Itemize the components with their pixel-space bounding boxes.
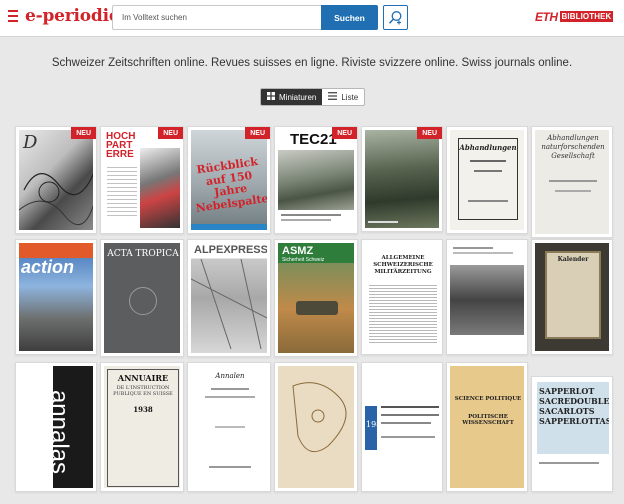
cover-image: Abhandlungen: [450, 130, 524, 230]
cover-subtitle: POLITISCHE WISSENSCHAFT: [462, 414, 514, 427]
cover-image: ANNUAIRE DE L'INSTRUCTION PUBLIQUE EN SU…: [104, 366, 180, 488]
new-badge: NEU: [245, 127, 270, 139]
cover-title: ANNUAIRE: [117, 373, 169, 383]
journal-card[interactable]: ALPEXPRESS: [187, 239, 271, 357]
cover-title: Rückblick auf 150 Jahre Nebelspalter: [194, 154, 267, 215]
cover-title-line: SAPPERLOT: [539, 386, 595, 396]
search-box: Suchen: [112, 5, 378, 30]
bibliothek-logo-text: BIBLIOTHEK: [559, 11, 614, 22]
journal-card[interactable]: HOCH PART ERRE NEU: [100, 126, 184, 234]
journal-card[interactable]: [274, 362, 358, 492]
liste-view-button[interactable]: Liste: [322, 89, 364, 105]
cover-image: action: [19, 243, 93, 351]
grid-icon: [267, 92, 275, 102]
journal-card[interactable]: action: [15, 239, 97, 355]
cover-image: Abhandlungen naturforschenden Gesellschaft: [535, 130, 609, 234]
cover-image: Rückblick auf 150 Jahre Nebelspalter: [191, 130, 267, 230]
cover-image: ALPEXPRESS: [191, 243, 267, 353]
new-badge: NEU: [417, 127, 442, 139]
search-plus-icon: [388, 11, 402, 25]
search-button[interactable]: Suchen: [321, 5, 378, 30]
cover-image: annalas: [19, 366, 93, 488]
cover-title: ASMZ: [282, 245, 314, 257]
cover-image: Kalender: [535, 243, 609, 351]
page-tagline: Schweizer Zeitschriften online. Revues s…: [51, 57, 573, 69]
miniaturen-label: Miniaturen: [279, 92, 317, 102]
cover-image: SAPPERLOT SACREDOUBLE SACARLOTS SAPPERLO…: [535, 380, 609, 488]
cover-year: 1938: [133, 405, 153, 414]
journal-card[interactable]: ASMZ Sicherheit Schweiz: [274, 239, 358, 357]
journal-card[interactable]: TEC21 NEU: [274, 126, 358, 234]
cover-title-line: ERRE: [106, 149, 134, 160]
journal-card[interactable]: [446, 239, 528, 355]
cover-title-line: SACREDOUBLE: [539, 396, 609, 406]
miniaturen-view-button[interactable]: Miniaturen: [261, 89, 323, 105]
journal-card[interactable]: ACTA TROPICA: [100, 239, 184, 357]
cover-image: ACTA TROPICA: [104, 243, 180, 353]
cover-image: D: [19, 130, 93, 230]
journal-card[interactable]: annalas: [15, 362, 97, 492]
cover-title: annalas: [46, 389, 74, 475]
cover-title: Abhandlungen: [459, 143, 517, 152]
cover-image: [365, 130, 439, 228]
journal-card[interactable]: ANNUAIRE DE L'INSTRUCTION PUBLIQUE EN SU…: [100, 362, 184, 492]
cover-subtitle: Sicherheit Schweiz: [282, 257, 325, 263]
advanced-search-button[interactable]: [383, 5, 408, 30]
journal-card[interactable]: D NEU: [15, 126, 97, 234]
cover-title-line: SACARLOTS: [539, 406, 595, 416]
cover-image: Annalen: [191, 366, 267, 488]
menu-icon[interactable]: [8, 10, 18, 22]
view-toggle: Miniaturen Liste: [260, 88, 366, 106]
journal-card[interactable]: NEU: [361, 126, 443, 232]
new-badge: NEU: [158, 127, 183, 139]
new-badge: NEU: [332, 127, 357, 139]
cover-image: [278, 366, 354, 488]
top-bar: e-periodica Suchen ETH BIBLIOTHEK: [0, 0, 624, 37]
eth-bibliothek-logo[interactable]: ETH BIBLIOTHEK: [535, 9, 614, 24]
new-badge: NEU: [71, 127, 96, 139]
list-icon: [328, 92, 338, 102]
journal-card[interactable]: ALLGEMEINE SCHWEIZERISCHE MILITÄRZEITUNG: [361, 239, 443, 355]
journal-card[interactable]: Rückblick auf 150 Jahre Nebelspalter NEU: [187, 126, 271, 234]
cover-image: 1985: [365, 366, 439, 488]
cover-image: ALLGEMEINE SCHWEIZERISCHE MILITÄRZEITUNG: [365, 243, 439, 351]
cover-title: SCIENCE POLITIQUE: [454, 396, 522, 402]
journal-card[interactable]: Annalen: [187, 362, 271, 492]
cover-title: ALPEXPRESS: [194, 244, 267, 256]
journal-card[interactable]: Kalender: [531, 239, 613, 355]
journal-grid: D NEU HOCH PART ERRE NEU Rückblick auf 1…: [15, 126, 615, 504]
journal-card[interactable]: SAPPERLOT SACREDOUBLE SACARLOTS SAPPERLO…: [531, 376, 613, 492]
journal-card[interactable]: Abhandlungen naturforschenden Gesellschaft: [531, 126, 613, 238]
cover-image: TEC21: [278, 130, 354, 230]
journal-card[interactable]: 1985: [361, 362, 443, 492]
cover-title: Annalen: [215, 372, 245, 380]
cover-title: action: [21, 257, 75, 277]
cover-title-line: SAPPERLOTTAS: [539, 416, 609, 426]
liste-label: Liste: [341, 92, 359, 102]
cover-image: SCIENCE POLITIQUE POLITISCHE WISSENSCHAF…: [450, 366, 524, 488]
cover-title: ACTA TROPICA: [107, 249, 179, 259]
cover-title: TEC21: [290, 131, 337, 148]
search-input[interactable]: [113, 6, 321, 29]
cover-image: ASMZ Sicherheit Schweiz: [278, 243, 354, 353]
journal-card[interactable]: Abhandlungen: [446, 126, 528, 234]
journal-card[interactable]: SCIENCE POLITIQUE POLITISCHE WISSENSCHAF…: [446, 362, 528, 492]
eth-logo-text: ETH: [535, 9, 558, 24]
cover-image: [450, 243, 524, 351]
cover-image: HOCH PART ERRE: [104, 130, 180, 230]
